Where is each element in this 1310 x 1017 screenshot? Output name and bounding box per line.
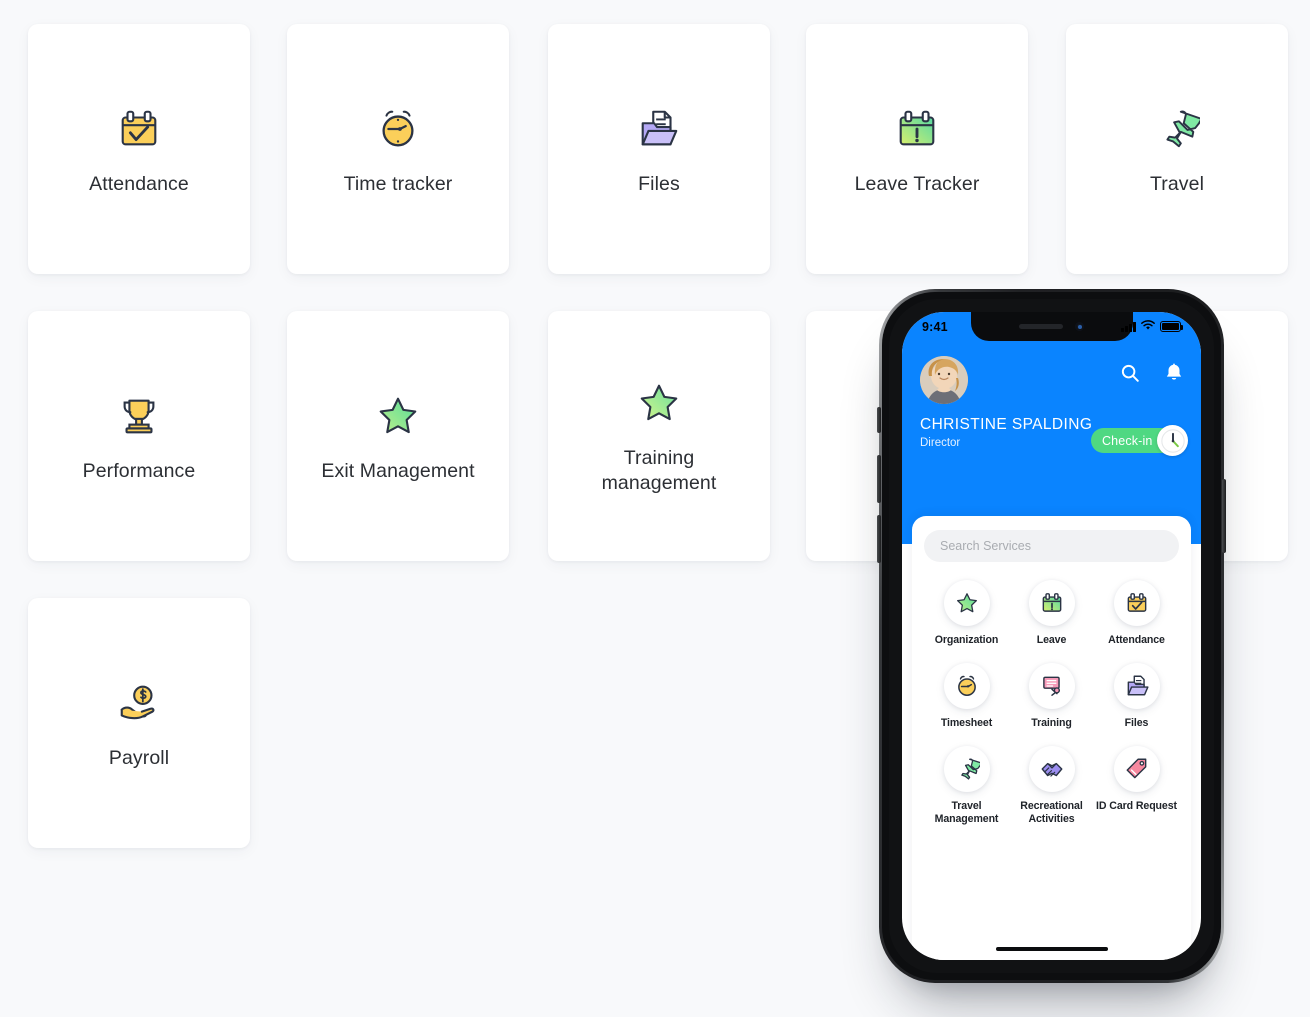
service-card-label: Files bbox=[638, 172, 680, 195]
grid-item-organization[interactable]: Organization bbox=[924, 580, 1009, 647]
search-icon[interactable] bbox=[1119, 362, 1141, 384]
grid-item-travel-management[interactable]: Travel Management bbox=[924, 745, 1009, 826]
alarm-clock-icon bbox=[371, 102, 425, 156]
folder-document-icon bbox=[632, 102, 686, 156]
hand-money-icon bbox=[112, 676, 166, 730]
cellular-signal-icon bbox=[1121, 321, 1136, 332]
page-root: Attendance Time tracker Files Leave Trac… bbox=[0, 0, 1310, 1017]
phone-frame: 9:41 CHRISTINE SPALDING Director Check-i… bbox=[877, 289, 1226, 983]
grid-item-files[interactable]: Files bbox=[1094, 662, 1179, 730]
volume-down-button[interactable] bbox=[877, 515, 881, 563]
star-icon bbox=[632, 376, 686, 430]
service-card-travel[interactable]: Travel bbox=[1066, 24, 1288, 274]
service-card-label: Performance bbox=[82, 459, 196, 482]
handshake-icon bbox=[1028, 745, 1075, 792]
grid-item-label: Timesheet bbox=[940, 716, 993, 729]
grid-item-label: Recreational Activities bbox=[1020, 799, 1083, 825]
service-card-label: Attendance bbox=[89, 172, 189, 195]
service-card-files[interactable]: Files bbox=[548, 24, 770, 274]
grid-item-label: Attendance bbox=[1108, 634, 1165, 646]
status-bar-time: 9:41 bbox=[922, 319, 948, 334]
training-board-icon bbox=[1028, 662, 1075, 709]
service-card-label: Time tracker bbox=[343, 172, 453, 195]
grid-item-label: Travel Management bbox=[934, 799, 999, 825]
wifi-icon bbox=[1141, 318, 1155, 336]
calendar-alert-icon bbox=[1028, 580, 1075, 626]
service-card-label: Travel bbox=[1149, 172, 1205, 195]
service-card-attendance[interactable]: Attendance bbox=[28, 24, 250, 274]
header-actions bbox=[1119, 362, 1185, 384]
phone-mockup: 9:41 CHRISTINE SPALDING Director Check-i… bbox=[877, 289, 1226, 983]
grid-item-label: ID Card Request bbox=[1096, 799, 1177, 812]
status-bar-indicators bbox=[1121, 318, 1184, 336]
service-card-performance[interactable]: Performance bbox=[28, 311, 250, 561]
services-sheet: Search Services Organization Leave Atten… bbox=[912, 516, 1191, 960]
grid-item-timesheet[interactable]: Timesheet bbox=[924, 662, 1009, 730]
trophy-icon bbox=[112, 389, 166, 443]
phone-screen: 9:41 CHRISTINE SPALDING Director Check-i… bbox=[902, 312, 1201, 960]
service-card-payroll[interactable]: Payroll bbox=[28, 598, 250, 848]
battery-full-icon bbox=[1160, 321, 1184, 332]
home-indicator[interactable] bbox=[995, 947, 1108, 951]
grid-item-label: Files bbox=[1124, 716, 1149, 729]
star-icon bbox=[943, 580, 990, 626]
phone-midframe: 9:41 CHRISTINE SPALDING Director Check-i… bbox=[882, 292, 1221, 980]
service-card-training-management[interactable]: Training management bbox=[548, 311, 770, 561]
grid-item-training[interactable]: Training bbox=[1009, 662, 1094, 730]
services-grid: Organization Leave Attendance Timesheet … bbox=[924, 580, 1179, 826]
service-card-exit-management[interactable]: Exit Management bbox=[287, 311, 509, 561]
avatar[interactable] bbox=[920, 356, 968, 404]
grid-item-attendance[interactable]: Attendance bbox=[1094, 580, 1179, 647]
search-input[interactable]: Search Services bbox=[924, 530, 1179, 562]
grid-item-label: Training bbox=[1031, 716, 1072, 729]
service-card-label: Leave Tracker bbox=[854, 172, 980, 195]
service-card-time-tracker[interactable]: Time tracker bbox=[287, 24, 509, 274]
grid-item-label: Leave bbox=[1036, 634, 1067, 646]
check-in-button[interactable]: Check-in bbox=[1091, 425, 1188, 456]
grid-item-id-card-request[interactable]: ID Card Request bbox=[1094, 745, 1179, 826]
service-card-label: Training management bbox=[601, 447, 717, 494]
calendar-check-icon bbox=[112, 102, 166, 156]
airplane-icon bbox=[1150, 102, 1204, 156]
search-placeholder: Search Services bbox=[940, 539, 1032, 553]
phone-bezel: 9:41 CHRISTINE SPALDING Director Check-i… bbox=[889, 299, 1214, 973]
service-card-label: Exit Management bbox=[321, 459, 475, 482]
service-card-label: Payroll bbox=[108, 746, 170, 769]
folder-document-icon bbox=[1113, 662, 1160, 709]
alarm-clock-icon bbox=[943, 662, 990, 709]
clock-icon bbox=[1157, 425, 1188, 456]
airplane-icon bbox=[943, 745, 990, 792]
tag-icon bbox=[1113, 745, 1160, 792]
mute-switch[interactable] bbox=[877, 407, 881, 433]
calendar-check-icon bbox=[1113, 580, 1160, 626]
volume-up-button[interactable] bbox=[877, 455, 881, 503]
bell-icon[interactable] bbox=[1163, 362, 1185, 384]
profile-header: CHRISTINE SPALDING Director Check-in bbox=[902, 356, 1201, 456]
status-bar: 9:41 bbox=[902, 312, 1201, 341]
service-card-leave-tracker[interactable]: Leave Tracker bbox=[806, 24, 1028, 274]
grid-item-recreational-activities[interactable]: Recreational Activities bbox=[1009, 745, 1094, 826]
power-button[interactable] bbox=[1222, 479, 1226, 553]
grid-item-label: Organization bbox=[934, 634, 999, 646]
check-in-label: Check-in bbox=[1102, 433, 1153, 448]
grid-item-leave[interactable]: Leave bbox=[1009, 580, 1094, 647]
star-icon bbox=[371, 389, 425, 443]
calendar-alert-icon bbox=[890, 102, 944, 156]
